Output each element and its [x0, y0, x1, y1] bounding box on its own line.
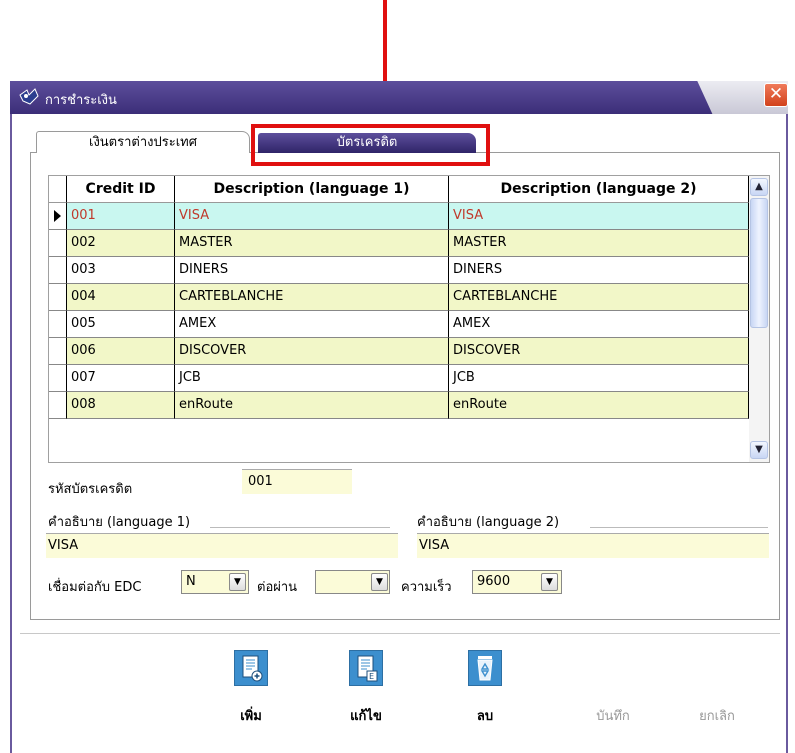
- row-indicator: [49, 257, 67, 284]
- recycle-bin-icon[interactable]: [468, 650, 502, 686]
- row-indicator: [49, 230, 67, 257]
- cell-desc1: MASTER: [175, 230, 449, 257]
- row-indicator: [49, 311, 67, 338]
- close-button[interactable]: ✕: [764, 83, 788, 107]
- app-icon: [18, 87, 40, 107]
- desc2-field[interactable]: VISA: [417, 533, 769, 558]
- grid-header: Credit ID Description (language 1) Descr…: [49, 176, 749, 203]
- edc-label: เชื่อมต่อกับ EDC: [48, 580, 142, 595]
- port-label: ต่อผ่าน: [257, 580, 298, 595]
- scroll-up-icon[interactable]: ▲: [750, 178, 768, 196]
- cell-desc2: JCB: [449, 365, 749, 392]
- desc2-label: คำอธิบาย (language 2): [417, 515, 560, 530]
- port-dropdown-chevron-down-icon[interactable]: ▼: [371, 573, 388, 591]
- cell-desc2: DINERS: [449, 257, 749, 284]
- cell-desc2: VISA: [449, 203, 749, 230]
- row-indicator: [49, 284, 67, 311]
- cell-credit-id: 007: [67, 365, 175, 392]
- card-code-label: รหัสบัตรเครดิต: [48, 482, 133, 497]
- speed-select-value: 9600: [477, 574, 511, 589]
- cell-credit-id: 006: [67, 338, 175, 365]
- desc1-field[interactable]: VISA: [46, 533, 398, 558]
- row-indicator: [49, 392, 67, 419]
- cell-desc1: DISCOVER: [175, 338, 449, 365]
- cell-desc1: JCB: [175, 365, 449, 392]
- cell-desc1: AMEX: [175, 311, 449, 338]
- cell-desc1: VISA: [175, 203, 449, 230]
- cell-credit-id: 008: [67, 392, 175, 419]
- cell-desc2: enRoute: [449, 392, 749, 419]
- edc-dropdown-chevron-down-icon[interactable]: ▼: [229, 573, 246, 591]
- cancel-button[interactable]: ยกเลิก: [682, 705, 752, 726]
- table-row[interactable]: 004 CARTEBLANCHE CARTEBLANCHE: [49, 284, 749, 311]
- table-row[interactable]: 001 VISA VISA: [49, 203, 749, 230]
- cell-desc2: CARTEBLANCHE: [449, 284, 749, 311]
- delete-button[interactable]: ลบ: [455, 705, 515, 726]
- scroll-down-icon[interactable]: ▼: [750, 441, 768, 459]
- current-row-indicator-icon: [49, 203, 67, 230]
- desc1-label-underline: [210, 527, 390, 528]
- cell-credit-id: 003: [67, 257, 175, 284]
- column-header-desc2[interactable]: Description (language 2): [449, 176, 749, 203]
- row-indicator: [49, 365, 67, 392]
- card-code-field[interactable]: 001: [242, 469, 352, 494]
- svg-text:E: E: [369, 672, 374, 681]
- annotation-highlight-box: [251, 124, 490, 166]
- table-row[interactable]: 008 enRoute enRoute: [49, 392, 749, 419]
- desc2-label-underline: [590, 527, 768, 528]
- column-header-desc1[interactable]: Description (language 1): [175, 176, 449, 203]
- edc-select-value: N: [186, 574, 196, 589]
- header-indicator: [49, 176, 67, 203]
- speed-label: ความเร็ว: [401, 580, 452, 595]
- cell-credit-id: 001: [67, 203, 175, 230]
- cell-desc1: enRoute: [175, 392, 449, 419]
- add-document-icon[interactable]: [234, 650, 268, 686]
- cell-desc1: CARTEBLANCHE: [175, 284, 449, 311]
- cell-desc1: DINERS: [175, 257, 449, 284]
- divider: [20, 633, 780, 634]
- desc1-label: คำอธิบาย (language 1): [48, 515, 191, 530]
- cell-credit-id: 004: [67, 284, 175, 311]
- window-title: การชำระเงิน: [45, 93, 117, 108]
- cell-credit-id: 005: [67, 311, 175, 338]
- table-row[interactable]: 005 AMEX AMEX: [49, 311, 749, 338]
- cell-desc2: AMEX: [449, 311, 749, 338]
- cell-credit-id: 002: [67, 230, 175, 257]
- row-indicator: [49, 338, 67, 365]
- save-button[interactable]: บันทึก: [578, 705, 648, 726]
- cell-desc2: MASTER: [449, 230, 749, 257]
- scroll-thumb[interactable]: [750, 198, 768, 328]
- table-row[interactable]: 007 JCB JCB: [49, 365, 749, 392]
- cell-desc2: DISCOVER: [449, 338, 749, 365]
- add-button[interactable]: เพิ่ม: [221, 705, 281, 726]
- table-row[interactable]: 003 DINERS DINERS: [49, 257, 749, 284]
- column-header-credit-id[interactable]: Credit ID: [67, 176, 175, 203]
- table-row[interactable]: 006 DISCOVER DISCOVER: [49, 338, 749, 365]
- title-bar[interactable]: [10, 81, 788, 114]
- tab-foreign-currency[interactable]: เงินตราต่างประเทศ: [36, 131, 250, 153]
- edit-button[interactable]: แก้ไข: [336, 705, 396, 726]
- speed-dropdown-chevron-down-icon[interactable]: ▼: [541, 573, 558, 591]
- table-row[interactable]: 002 MASTER MASTER: [49, 230, 749, 257]
- grid-vertical-scrollbar[interactable]: ▲ ▼: [749, 176, 769, 462]
- edit-document-icon[interactable]: E: [349, 650, 383, 686]
